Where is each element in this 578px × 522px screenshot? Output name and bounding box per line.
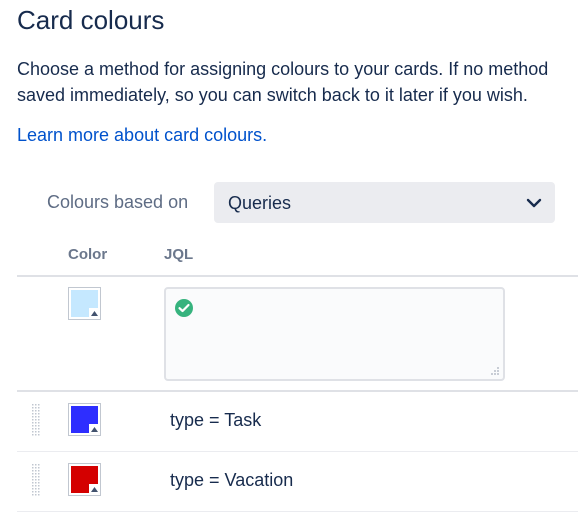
row-color-picker[interactable] [68, 403, 101, 436]
row-color-picker[interactable] [68, 463, 101, 496]
colour-method-select[interactable]: Queries [214, 182, 555, 223]
row-jql-text[interactable]: type = Task [170, 408, 261, 432]
colours-based-on-label: Colours based on [47, 192, 189, 212]
new-row-divider [17, 390, 578, 392]
drag-handle-icon[interactable] [31, 463, 41, 497]
column-header-jql: JQL [164, 246, 194, 263]
row-divider [17, 451, 578, 452]
learn-more-link[interactable]: Learn more about card colours. [17, 123, 267, 147]
valid-check-icon [175, 299, 193, 317]
page-description: Choose a method for assigning colours to… [17, 56, 548, 108]
row-divider [17, 511, 578, 512]
table-header-divider [17, 275, 578, 277]
new-row-color-picker[interactable] [68, 287, 101, 320]
chevron-down-icon [526, 198, 542, 208]
resize-handle-icon[interactable] [489, 365, 500, 376]
drag-handle-icon[interactable] [31, 403, 41, 437]
colour-method-value: Queries [228, 193, 292, 213]
column-header-color: Color [68, 246, 108, 263]
page-title: Card colours [17, 5, 165, 35]
card-colours-page: Card colours Choose a method for assigni… [0, 0, 578, 522]
dropdown-corner-icon [89, 484, 100, 495]
row-jql-text[interactable]: type = Vacation [170, 468, 293, 492]
new-jql-input[interactable] [164, 287, 505, 381]
description-line-2: saved immediately, so you can switch bac… [17, 85, 528, 105]
description-line-1: Choose a method for assigning colours to… [17, 59, 549, 79]
dropdown-corner-icon [89, 308, 100, 319]
dropdown-corner-icon [89, 424, 100, 435]
